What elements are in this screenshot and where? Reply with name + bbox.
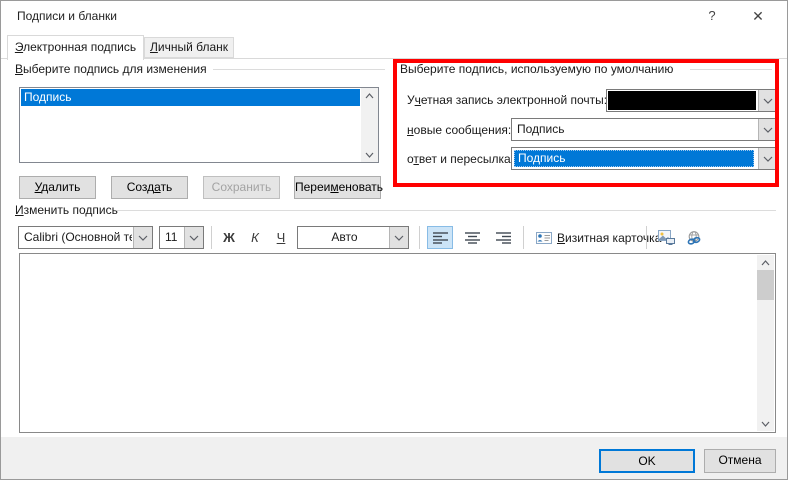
ok-button[interactable]: OK: [599, 449, 695, 473]
toolbar-separator: [523, 226, 524, 249]
group-divider-line: [117, 210, 776, 211]
rename-button[interactable]: Переименовать: [294, 176, 381, 199]
save-button: Сохранить: [203, 176, 280, 199]
signature-listbox[interactable]: Подпись: [19, 87, 379, 163]
replies-forwards-label: ответ и пересылка:: [407, 152, 514, 166]
chevron-down-icon: [138, 235, 148, 241]
chevron-down-icon: [763, 127, 773, 133]
toolbar-separator: [646, 226, 647, 249]
dialog-title: Подписи и бланки: [17, 1, 117, 31]
close-button[interactable]: ✕: [741, 1, 775, 31]
align-center-button[interactable]: [459, 226, 485, 249]
tab-personal-stationery[interactable]: Личный бланк: [144, 37, 234, 58]
chevron-down-icon: [763, 156, 773, 162]
title-bar: Подписи и бланки ? ✕: [1, 1, 787, 31]
align-left-button[interactable]: [427, 226, 453, 249]
align-right-button[interactable]: [490, 226, 516, 249]
font-size-value: 11: [165, 227, 181, 248]
signatures-and-stationery-dialog: Подписи и бланки ? ✕ Электронная подпись…: [0, 0, 788, 480]
business-card-button[interactable]: Визитная карточка: [529, 226, 668, 249]
dropdown-button[interactable]: [758, 90, 777, 111]
dropdown-button[interactable]: [758, 148, 777, 169]
chevron-down-icon: [763, 98, 773, 104]
dropdown-value: Подпись: [517, 119, 755, 140]
chevron-down-icon: [394, 235, 404, 241]
image-icon: [658, 230, 675, 245]
delete-button[interactable]: Удалить: [19, 176, 96, 199]
email-account-label: Учетная запись электронной почты:: [407, 93, 607, 107]
font-color-dropdown[interactable]: Авто: [297, 226, 409, 249]
help-icon: ?: [708, 8, 715, 23]
replies-forwards-dropdown[interactable]: Подпись: [511, 147, 778, 170]
font-color-value: Авто: [303, 227, 386, 248]
dropdown-value-selected: Подпись: [514, 150, 754, 167]
redacted-value: [608, 91, 756, 110]
edit-signature-group-label: Изменить подпись: [15, 203, 118, 217]
new-messages-dropdown[interactable]: Подпись: [511, 118, 778, 141]
scroll-up-icon[interactable]: [361, 88, 378, 103]
tab-email-signature[interactable]: Электронная подпись: [7, 35, 144, 60]
signature-body-editor[interactable]: [19, 253, 776, 433]
scroll-down-icon[interactable]: [757, 416, 774, 431]
help-button[interactable]: ?: [695, 1, 729, 31]
new-messages-label: новые сообщения:: [407, 123, 511, 137]
scrollbar-thumb[interactable]: [757, 270, 774, 300]
dropdown-button[interactable]: [184, 227, 203, 248]
font-size-dropdown[interactable]: 11: [159, 226, 204, 249]
email-account-dropdown[interactable]: [606, 89, 778, 112]
dropdown-button[interactable]: [133, 227, 152, 248]
scroll-down-icon[interactable]: [361, 147, 378, 162]
select-signature-group-label: Выберите подпись для изменения: [15, 62, 207, 76]
editor-scrollbar[interactable]: [757, 255, 774, 431]
toolbar-separator: [419, 226, 420, 249]
dropdown-button[interactable]: [389, 227, 408, 248]
listbox-scrollbar[interactable]: [361, 88, 378, 162]
default-signature-group-label: Выберите подпись, используемую по умолча…: [400, 62, 673, 76]
italic-button[interactable]: К: [243, 226, 267, 249]
insert-hyperlink-button[interactable]: [681, 226, 707, 249]
scroll-up-icon[interactable]: [757, 255, 774, 270]
chevron-down-icon: [189, 235, 199, 241]
group-divider-line: [213, 69, 385, 70]
new-button[interactable]: Создать: [111, 176, 188, 199]
group-divider-line: [690, 69, 772, 70]
font-name-dropdown[interactable]: Calibri (Основной те: [18, 226, 153, 249]
close-icon: ✕: [752, 8, 764, 24]
business-card-icon: [536, 232, 552, 244]
dialog-footer: OK Отмена: [1, 437, 787, 479]
list-item-signature[interactable]: Подпись: [21, 89, 360, 106]
cancel-button[interactable]: Отмена: [704, 449, 776, 473]
dropdown-button[interactable]: [758, 119, 777, 140]
toolbar-separator: [211, 226, 212, 249]
hyperlink-icon: [686, 231, 702, 245]
align-center-icon: [465, 232, 480, 244]
align-left-icon: [433, 232, 448, 244]
underline-button[interactable]: Ч: [269, 226, 293, 249]
insert-image-button[interactable]: [653, 226, 679, 249]
bold-button[interactable]: Ж: [217, 226, 241, 249]
align-right-icon: [496, 232, 511, 244]
font-name-value: Calibri (Основной те: [24, 227, 132, 248]
